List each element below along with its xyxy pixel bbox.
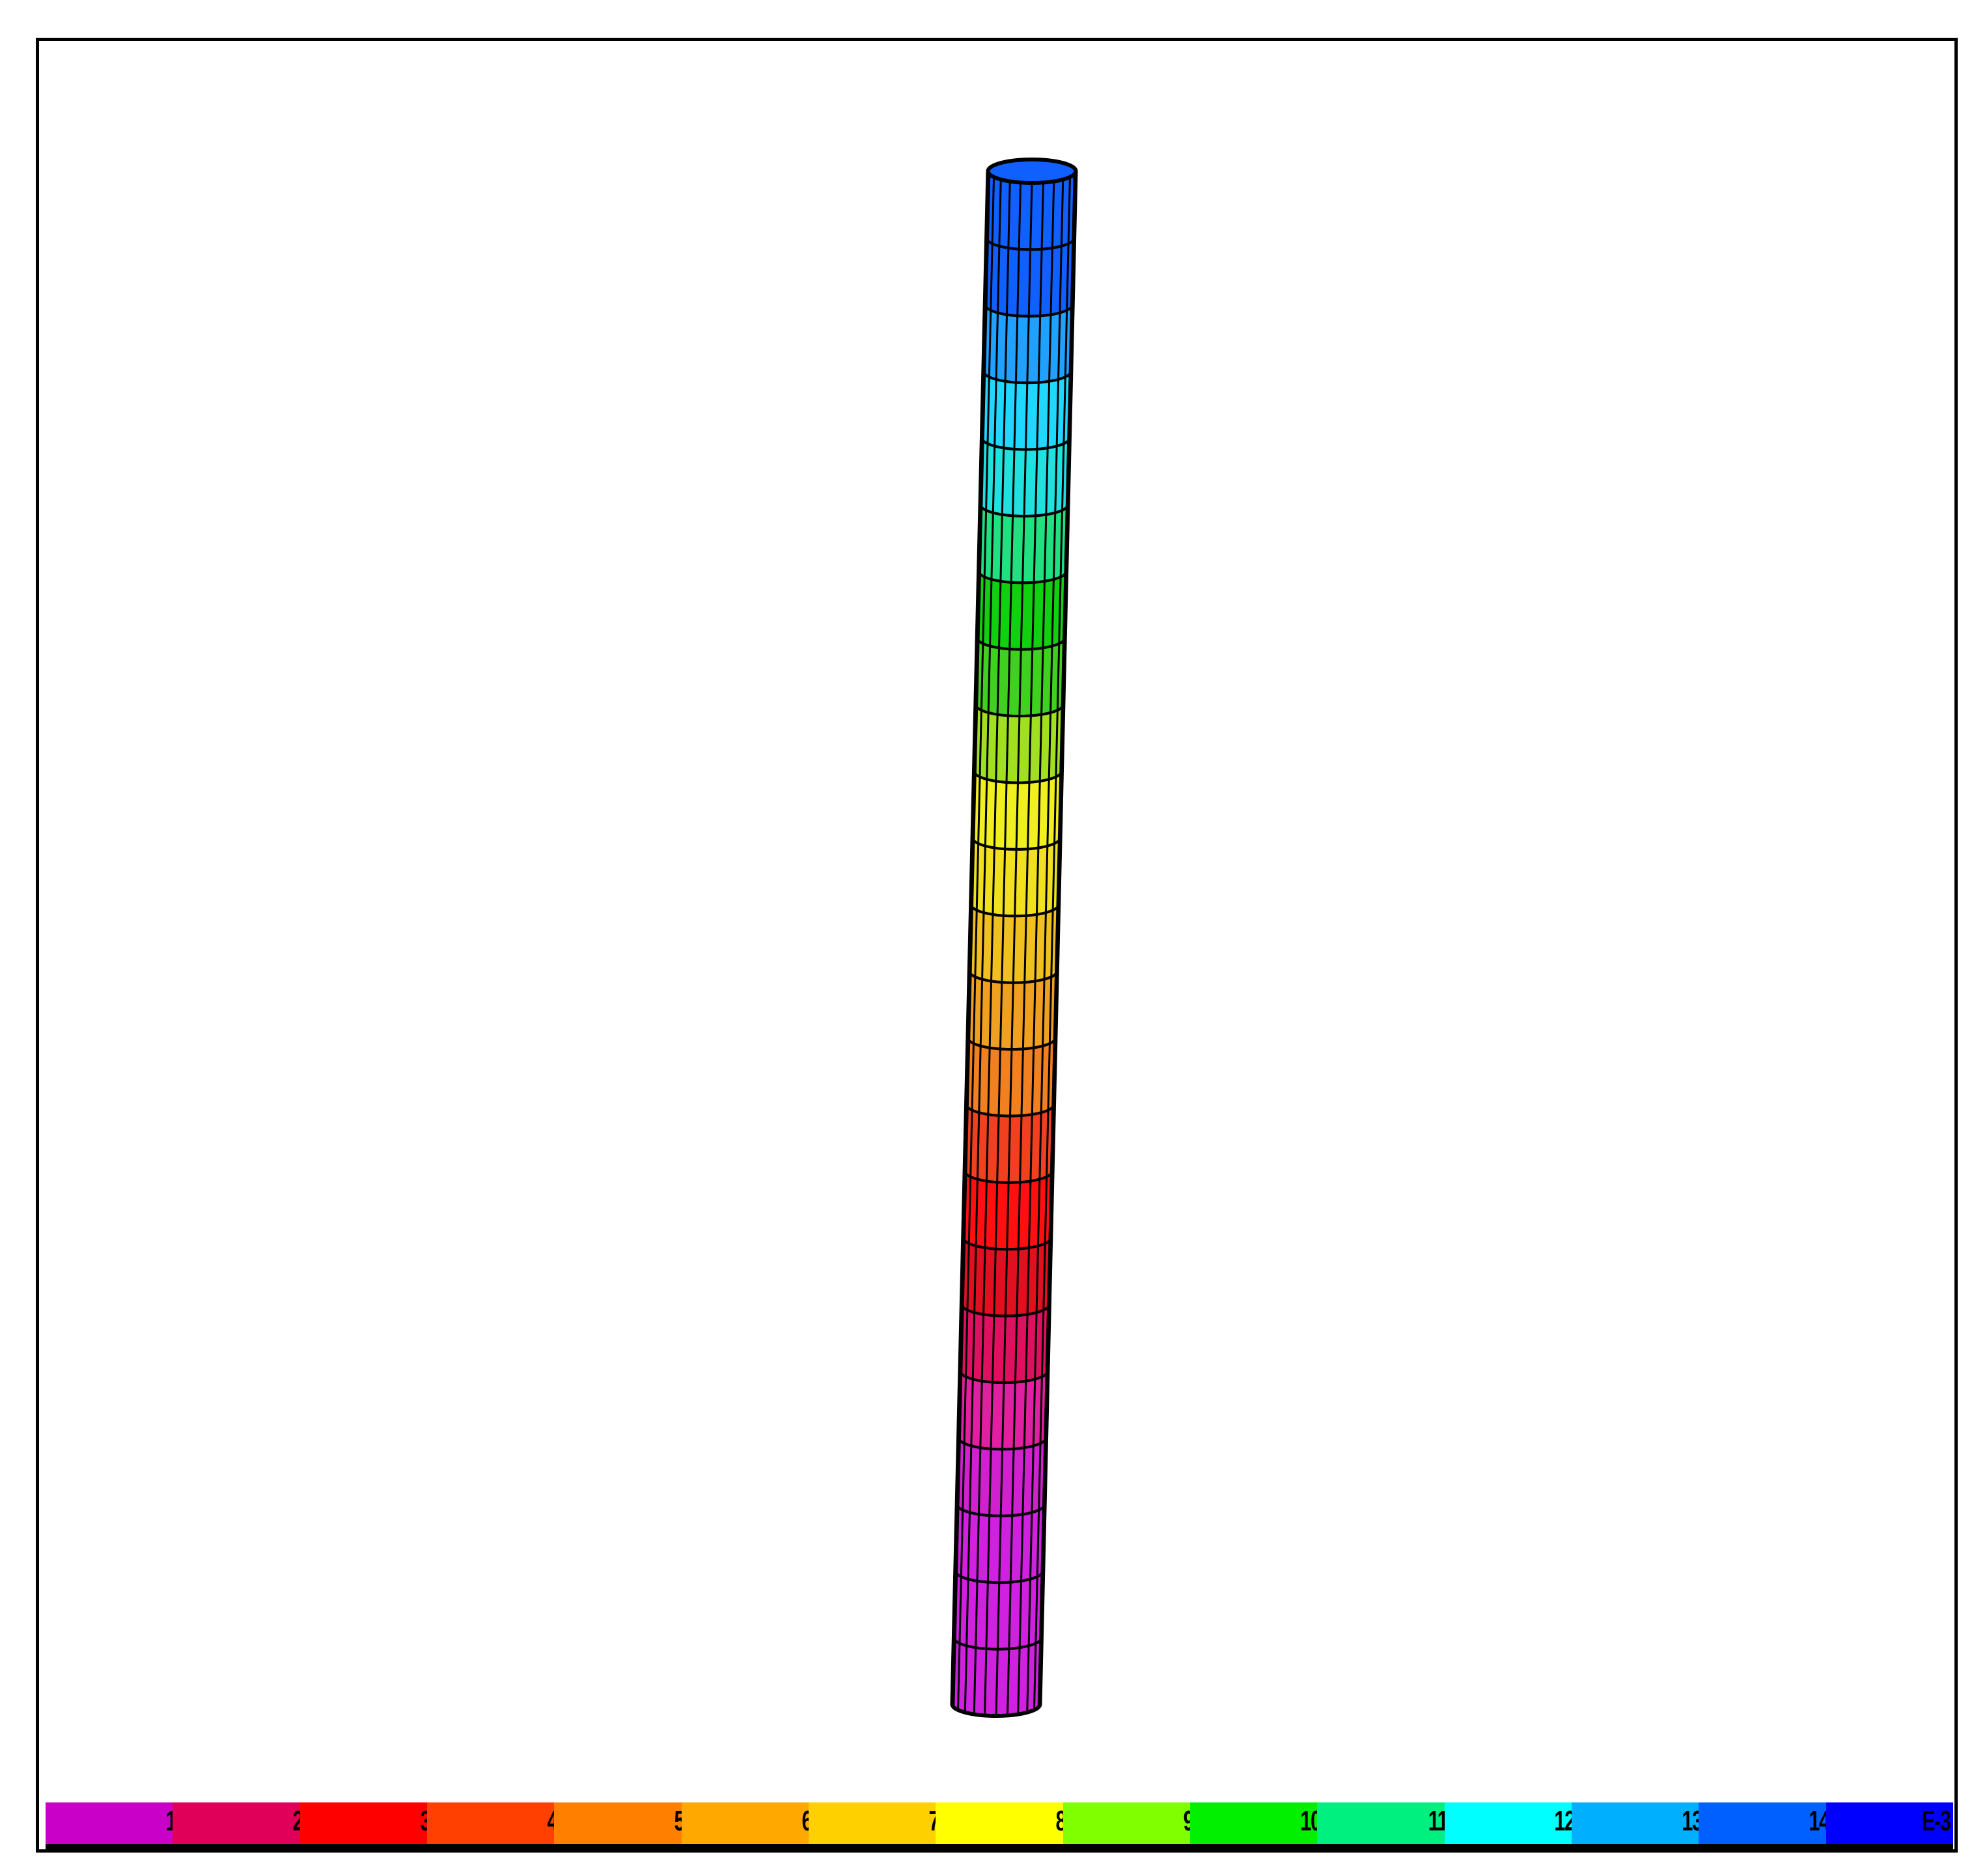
- colorbar-segment: 100.: [1189, 1802, 1337, 1844]
- colorbar-segment: 110.: [1317, 1802, 1464, 1844]
- plot-frame: 10.20.30.40.50.60.70.80.90.100.110.120.1…: [36, 38, 1958, 1853]
- colorbar-segment: 20.: [173, 1802, 319, 1844]
- colorbar-segment: 10.: [46, 1802, 192, 1844]
- cylinder-top-cap: [986, 158, 1078, 185]
- colorbar-segment: 60.: [681, 1802, 827, 1844]
- colorbar-segment: 140.: [1699, 1802, 1845, 1844]
- colorbar-segment: 70.: [808, 1802, 955, 1844]
- colorbar: 10.20.30.40.50.60.70.80.90.100.110.120.1…: [46, 1802, 1953, 1849]
- colorbar-segment: 130.: [1571, 1802, 1718, 1844]
- colorbar-segment: E-3: [1826, 1802, 1953, 1844]
- cylinder-plot: [950, 158, 1078, 1718]
- colorbar-segment: 40.: [426, 1802, 574, 1844]
- colorbar-label: E-3: [1922, 1805, 1951, 1837]
- colorbar-segment: 80.: [936, 1802, 1082, 1844]
- colorbar-segment: 50.: [554, 1802, 701, 1844]
- colorbar-segment: 120.: [1444, 1802, 1591, 1844]
- colorbar-segment: 30.: [299, 1802, 446, 1844]
- colorbar-segment: 90.: [1063, 1802, 1209, 1844]
